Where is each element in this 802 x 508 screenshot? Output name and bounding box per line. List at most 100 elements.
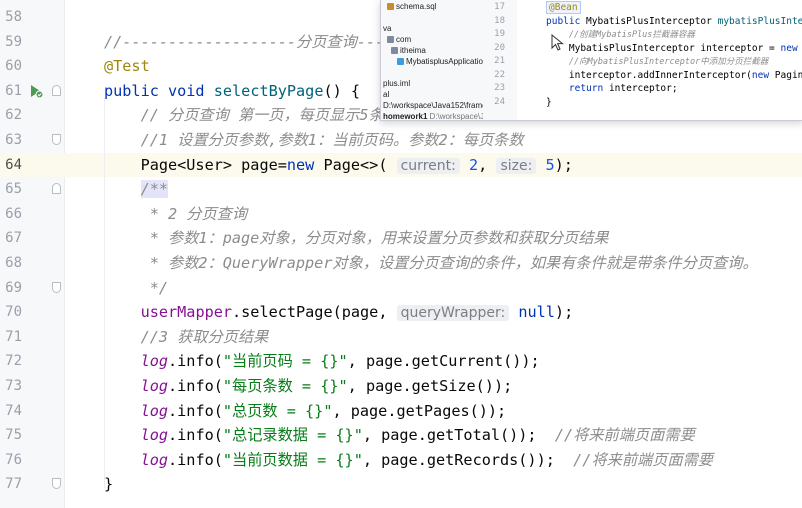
snippet-line-number: 20 (494, 42, 505, 53)
fold-icon[interactable] (52, 134, 61, 145)
line-number: 73 (5, 378, 22, 394)
line-number: 74 (5, 402, 22, 419)
code-line-67[interactable]: 67 * 参数1：page对象，分页对象，用来设置分页参数和获取分页结果 (0, 226, 802, 251)
code-text: } (104, 475, 114, 494)
fold-icon[interactable] (52, 84, 61, 96)
code-text: * 参数1：page对象，分页对象，用来设置分页参数和获取分页结果 (149, 229, 609, 248)
code-line-63[interactable]: 63 //1 设置分页参数,参数1：当前页码。参数2：每页条数 (0, 128, 802, 153)
snippet-line-number: 22 (494, 69, 505, 80)
code-line-71[interactable]: 71 //3 获取分页结果 (0, 325, 802, 350)
line-number: 58 (5, 9, 22, 25)
line-number: 65 (5, 181, 22, 198)
code-line-72[interactable]: 72 log.info("当前页码 = {}", page.getCurrent… (0, 349, 802, 374)
code-text: log.info("每页条数 = {}", page.getSize()); (140, 377, 513, 395)
quick-definition-popup[interactable]: schema.sql va com itheima MybatisplusApplica… (380, 0, 802, 121)
snippet-code: return interceptor; (568, 83, 678, 94)
line-number: 61 (5, 82, 22, 99)
snippet-line-number: 18 (494, 15, 505, 26)
snippet-code: //向MybatisPlusInterceptor中添加分页拦截器 (568, 57, 769, 67)
code-line-75[interactable]: 75 log.info("总记录数据 = {}", page.getTotal(… (0, 423, 802, 448)
tree-item[interactable]: D:\workspace\Java152\framew (383, 101, 492, 111)
snippet-line-number: 23 (494, 83, 505, 93)
code-line-65[interactable]: 65 /** (0, 177, 802, 202)
line-number: 62 (5, 107, 22, 124)
line-number: 63 (5, 132, 22, 148)
code-line-70[interactable]: 70 userMapper.selectPage(page, queryWrap… (0, 300, 802, 325)
line-number: 72 (5, 353, 22, 370)
code-text: Page<User> page=new Page<>( current: 2, … (104, 155, 573, 174)
tree-item[interactable]: schema.sql (387, 2, 436, 12)
tree-item-label: al (383, 90, 390, 99)
code-text: log.info("总记录数据 = {}", page.getTotal());… (140, 426, 695, 445)
snippet-code: interceptor.addInnerInterceptor(new Pagi… (546, 69, 802, 81)
definition-snippet: 17 @Bean 18 public MybatisPlusInterceptor m… (483, 0, 802, 120)
tree-item-label: D:\workspace\Java152\framew (383, 101, 493, 110)
snippet-line-number: 19 (494, 29, 505, 39)
line-number: 60 (5, 58, 22, 75)
code-text: // 分页查询 第一页，每页显示5条 (140, 106, 384, 125)
code-line-66[interactable]: 66 * 2 分页查询 (0, 202, 802, 227)
code-line-76[interactable]: 76 log.info("当前页数据 = {}", page.getRecord… (0, 448, 802, 473)
snippet-code: //创建MybatisPlus拦截器容器 (568, 30, 695, 40)
line-number: 59 (5, 33, 22, 50)
snippet-line: 19 //创建MybatisPlus拦截器容器 (483, 28, 802, 41)
code-text: /** (140, 180, 169, 199)
line-number: 66 (5, 205, 22, 222)
code-text: */ (149, 278, 169, 297)
code-text: //1 设置分页参数,参数1：当前页码。参数2：每页条数 (140, 131, 524, 149)
tree-item-label: plus.iml (383, 79, 411, 88)
snippet-code: } (546, 96, 552, 108)
tree-item-label: va (383, 24, 392, 33)
snippet-line-number: 21 (494, 56, 505, 66)
tree-item-label: schema.sql (396, 2, 437, 11)
line-number: 69 (5, 279, 22, 296)
line-number: 68 (5, 255, 22, 271)
line-number: 76 (5, 451, 22, 468)
fold-icon[interactable] (52, 478, 61, 490)
tree-item[interactable]: com (387, 35, 411, 45)
fold-icon[interactable] (52, 183, 61, 195)
snippet-code: MybatisPlusInterceptor interceptor = new… (546, 42, 798, 54)
indent-guide (104, 98, 105, 488)
code-line-69[interactable]: 69 */ (0, 276, 802, 301)
line-number: 75 (5, 427, 22, 444)
code-line-68[interactable]: 68 * 参数2：QueryWrapper对象，设置分页查询的条件，如果有条件就… (0, 251, 802, 276)
class-icon (397, 58, 404, 66)
folder-icon (387, 36, 394, 44)
code-line-73[interactable]: 73 log.info("每页条数 = {}", page.getSize())… (0, 374, 802, 399)
code-line-64[interactable]: 64 Page<User> page=new Page<>( current: … (0, 152, 802, 178)
tree-item-label: itheima (400, 46, 426, 55)
snippet-line: 17 @Bean (483, 1, 802, 14)
code-text: log.info("当前页数据 = {}", page.getRecords()… (140, 450, 713, 469)
snippet-line: 23 return interceptor; (483, 82, 802, 95)
snippet-line: 24} (483, 96, 802, 109)
tree-item[interactable]: homework1 D:\workspace\Jav (383, 112, 493, 121)
snippet-line: 22 interceptor.addInnerInterceptor(new P… (483, 69, 802, 82)
code-line-74[interactable]: 74 log.info("总页数 = {}", page.getPages())… (0, 399, 802, 424)
code-text: log.info("总页数 = {}", page.getPages()); (140, 401, 507, 420)
tree-item-label: homework1 (383, 112, 428, 121)
folder-icon (391, 47, 398, 55)
tree-item[interactable]: al (383, 90, 389, 100)
line-number: 77 (5, 476, 22, 493)
tree-item[interactable]: MybatisplusApplication (397, 57, 487, 67)
fold-icon[interactable] (52, 281, 61, 293)
snippet-code: public MybatisPlusInterceptor mybatisPlu… (546, 15, 802, 27)
project-tree-panel[interactable]: schema.sql va com itheima MybatisplusApplica… (381, 0, 493, 120)
snippet-line: 21 //向MybatisPlusInterceptor中添加分页拦截器 (483, 55, 802, 68)
tree-item[interactable]: itheima (391, 46, 426, 56)
code-line-77[interactable]: 77} (0, 472, 802, 497)
code-text: log.info("当前页码 = {}", page.getCurrent())… (140, 352, 540, 371)
snippet-line-number: 17 (494, 2, 505, 12)
snippet-line: 18 public MybatisPlusInterceptor mybatisP… (483, 15, 802, 28)
code-text: @Test (104, 57, 150, 76)
tree-item[interactable]: plus.iml (383, 79, 410, 89)
line-number: 70 (5, 304, 22, 321)
code-text: * 2 分页查询 (149, 204, 248, 223)
line-number: 67 (5, 230, 22, 247)
run-test-icon[interactable] (28, 83, 44, 99)
mouse-cursor-icon (551, 34, 564, 51)
code-text: public void selectByPage() { (104, 81, 361, 100)
tree-item[interactable]: va (383, 24, 391, 34)
file-icon (387, 3, 394, 11)
